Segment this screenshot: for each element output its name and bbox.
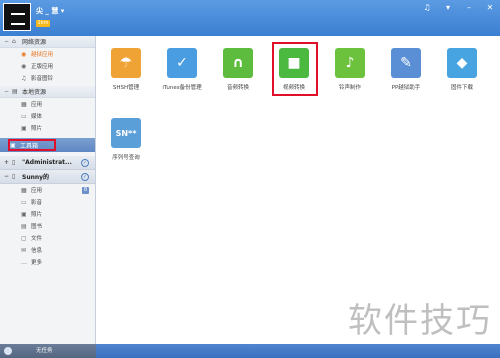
window-controls: ♫ ▾ – ✕ (423, 4, 494, 12)
count-badge: 8 (82, 186, 89, 194)
device-name: "Administrat... (22, 159, 72, 166)
close-icon[interactable]: ✕ (486, 4, 494, 12)
section-label: 本地资源 (22, 89, 47, 96)
backup-icon: ✓ (167, 48, 197, 78)
status-bar: 无任务 (0, 344, 500, 358)
bell-icon: ♪ (335, 48, 365, 78)
check-icon[interactable]: ✓ (81, 159, 89, 167)
media-icon: ▭ (21, 112, 27, 120)
section-network-resources[interactable]: − ⌂ 网络资源 (0, 36, 95, 48)
app-icon: ◉ (21, 62, 27, 70)
tool-pp-jailbreak-helper[interactable]: ✎ PP越狱助手 (385, 48, 427, 91)
sidebar-item-label: 文件 (31, 236, 43, 242)
username[interactable]: 尖 _ 慧 ▾ (36, 6, 64, 16)
tool-label: SHSH管理 (112, 85, 140, 91)
umbrella-icon: ☂ (111, 48, 141, 78)
title-bar: 尖 _ 慧 ▾ 1km ♫ ▾ – ✕ (0, 0, 500, 36)
tool-itunes-backup[interactable]: ✓ iTunes备份管理 (161, 48, 203, 91)
tool-video-convert[interactable]: ■ 视频转换 (272, 42, 318, 96)
device-item-more[interactable]: … 更多 (0, 256, 95, 268)
sidebar-item-label: 更多 (31, 260, 43, 266)
device-name: Sunny的 (22, 174, 50, 181)
sidebar-item-label: 照片 (31, 212, 43, 218)
highlight-box (272, 42, 318, 96)
sidebar-item-label: 图书 (31, 224, 43, 230)
music-icon[interactable]: ♫ (423, 4, 431, 12)
minimize-icon[interactable]: – (465, 4, 473, 12)
photo-icon: ▣ (21, 210, 27, 218)
check-icon[interactable]: ✓ (81, 173, 89, 181)
sidebar-item-jailbreak-apps[interactable]: ◉ 越狱应用 (0, 48, 95, 60)
sidebar-item-label: 媒体 (31, 114, 43, 120)
device-item-files[interactable]: ▢ 文件 (0, 232, 95, 244)
toolbox-panel: ☂ SHSH管理 ✓ iTunes备份管理 ∩ 音频转换 ■ 视频转换 ♪ 铃声… (97, 36, 500, 344)
sidebar-item-local-apps[interactable]: ▦ 应用 (0, 98, 95, 110)
tool-firmware-download[interactable]: ◆ 固件下载 (441, 48, 483, 91)
sidebar-item-label: 影音 (31, 200, 43, 206)
tool-label: 铃声制作 (338, 85, 361, 91)
menu-dropdown-icon[interactable]: ▾ (444, 4, 452, 12)
grid-icon: ▦ (21, 186, 27, 194)
task-icon (4, 347, 12, 355)
phone-icon: ▯ (12, 159, 16, 166)
device-administrator[interactable]: + ▯ "Administrat... ✓ (0, 156, 95, 170)
device-item-books[interactable]: ▤ 图书 (0, 220, 95, 232)
sidebar-item-label: 影音图铃 (31, 76, 54, 82)
sidebar-item-official-apps[interactable]: ◉ 正版应用 (0, 60, 95, 72)
avatar[interactable] (3, 3, 31, 31)
section-label: 网络资源 (22, 39, 47, 46)
photo-icon: ▣ (21, 124, 27, 132)
sidebar-item-media-ringtones[interactable]: ♫ 影音图铃 (0, 72, 95, 84)
tool-ringtone-maker[interactable]: ♪ 铃声制作 (329, 48, 371, 91)
tool-audio-convert[interactable]: ∩ 音频转换 (217, 48, 259, 91)
section-local-resources[interactable]: − ▤ 本地资源 (0, 86, 95, 98)
device-item-apps[interactable]: ▦ 应用 8 (0, 184, 95, 196)
file-icon: ▢ (21, 234, 27, 242)
task-status-label: 无任务 (36, 348, 53, 354)
sidebar-item-label: 应用 (31, 102, 43, 108)
highlight-box (8, 139, 56, 151)
message-icon: ✉ (21, 246, 27, 254)
sidebar-item-local-photos[interactable]: ▣ 照片 (0, 122, 95, 134)
grid-icon: ▦ (21, 100, 27, 108)
collapse-icon[interactable]: − (4, 38, 12, 45)
watermark: 软件技巧 (348, 301, 492, 341)
task-status[interactable]: 无任务 (0, 344, 96, 358)
tool-serial-lookup[interactable]: SN** 序列号查询 (105, 118, 147, 161)
serial-number-icon: SN** (111, 118, 141, 148)
cube-icon: ◆ (447, 48, 477, 78)
sidebar-item-label: 信息 (31, 248, 43, 254)
device-item-media[interactable]: ▭ 影音 (0, 196, 95, 208)
app-icon: ◉ (21, 50, 27, 58)
device-item-messages[interactable]: ✉ 信息 (0, 244, 95, 256)
tool-label: iTunes备份管理 (162, 85, 202, 91)
folder-icon: ▤ (12, 88, 18, 95)
device-sunny[interactable]: − ▯ Sunny的 ✓ (0, 170, 95, 184)
tool-label: 音频转换 (226, 85, 249, 91)
more-icon: … (21, 258, 27, 266)
tool-label: PP越狱助手 (391, 85, 421, 91)
sidebar-item-toolbox[interactable]: ▣ 工具箱 (0, 138, 95, 152)
sidebar-item-label: 正版应用 (31, 64, 54, 70)
home-icon: ⌂ (12, 38, 16, 45)
book-icon: ▤ (21, 222, 27, 230)
wrench-icon: ✎ (391, 48, 421, 78)
expand-icon[interactable]: + (4, 159, 12, 166)
collapse-icon[interactable]: − (4, 173, 12, 180)
music-icon: ♫ (21, 74, 27, 82)
headphones-icon: ∩ (223, 48, 253, 78)
tool-label: 固件下载 (450, 85, 473, 91)
tool-label: 序列号查询 (112, 155, 140, 161)
sidebar-item-label: 越狱应用 (31, 52, 54, 58)
phone-icon: ▯ (12, 173, 16, 180)
sidebar: − ⌂ 网络资源 ◉ 越狱应用 ◉ 正版应用 ♫ 影音图铃 − ▤ 本地资源 ▦… (0, 36, 96, 344)
sidebar-item-local-media[interactable]: ▭ 媒体 (0, 110, 95, 122)
sidebar-item-label: 应用 (31, 188, 43, 194)
user-level-badge: 1km (36, 20, 50, 27)
device-item-photos[interactable]: ▣ 照片 (0, 208, 95, 220)
media-icon: ▭ (21, 198, 27, 206)
sidebar-item-label: 照片 (31, 126, 43, 132)
tool-shsh-manager[interactable]: ☂ SHSH管理 (105, 48, 147, 91)
collapse-icon[interactable]: − (4, 88, 12, 95)
